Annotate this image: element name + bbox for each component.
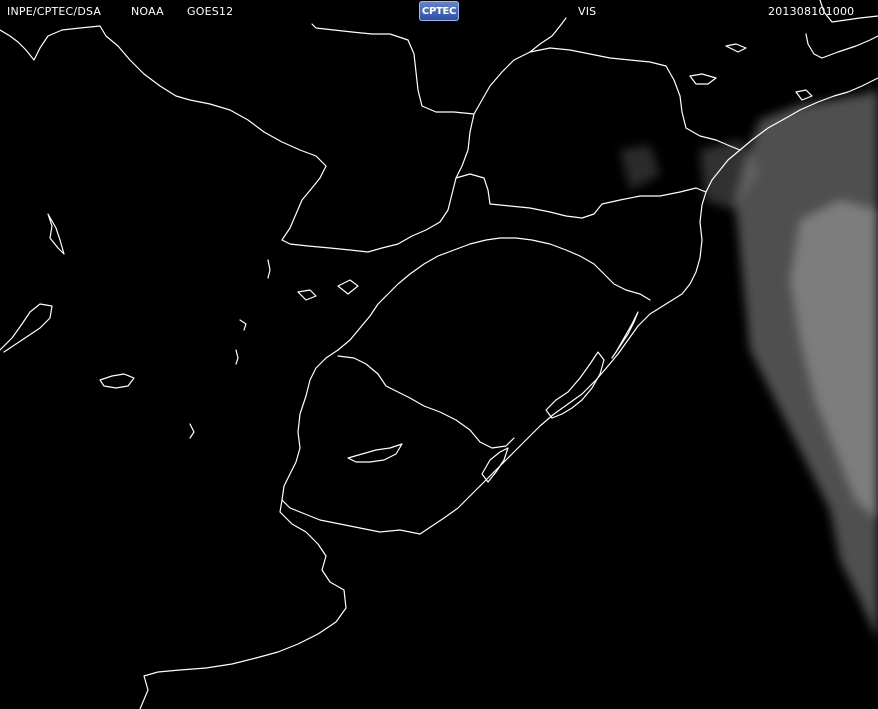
coast-islet-3 [795, 89, 813, 101]
paraguay-brazil-border [311, 23, 475, 115]
paraguay-argentina-border [99, 25, 327, 241]
map-outlines [0, 0, 878, 709]
parana-state-border [489, 187, 707, 219]
parana-river [337, 237, 651, 351]
cptec-logo-text: CPTEC [421, 5, 457, 17]
lagoa-patos [545, 351, 605, 419]
sao-paulo-border [455, 47, 741, 179]
channel-label: VIS [578, 5, 597, 18]
lake-feature-5 [337, 279, 359, 295]
argentina-coast [139, 499, 347, 709]
river-fragment-1 [267, 259, 271, 279]
lagoa-mirim [481, 447, 509, 483]
northeast-coast [805, 33, 878, 59]
river-fragment-3 [235, 349, 239, 365]
uruguay-brazil-border [337, 355, 515, 449]
satellite-image-viewport: INPE/CPTEC/DSA NOAA GOES12 CPTEC VIS 201… [0, 0, 878, 709]
lake-feature-3 [99, 373, 135, 389]
lake-feature-4 [297, 289, 317, 301]
source-label: INPE/CPTEC/DSA [7, 5, 102, 18]
agency-label: NOAA [131, 5, 164, 18]
satellite-label: GOES12 [187, 5, 234, 18]
parana-river-north [529, 17, 567, 53]
coast-islet-1 [725, 43, 747, 53]
cloud-wisp-mid [620, 145, 660, 190]
river-fragment-2 [239, 319, 247, 331]
lake-feature-2 [0, 303, 53, 353]
lake-feature-1 [47, 213, 65, 255]
wetland-feature [347, 443, 403, 463]
timestamp-label: 201308101000 [768, 5, 855, 18]
coast-islet-2 [689, 73, 717, 85]
river-fragment-4 [189, 423, 195, 439]
cloud-cover [620, 90, 878, 640]
cptec-logo: CPTEC [419, 1, 459, 21]
coastal-lagoon [611, 311, 639, 359]
satellite-map [0, 0, 878, 709]
northwest-border [0, 25, 101, 61]
uruguay-south-coast [281, 349, 421, 535]
